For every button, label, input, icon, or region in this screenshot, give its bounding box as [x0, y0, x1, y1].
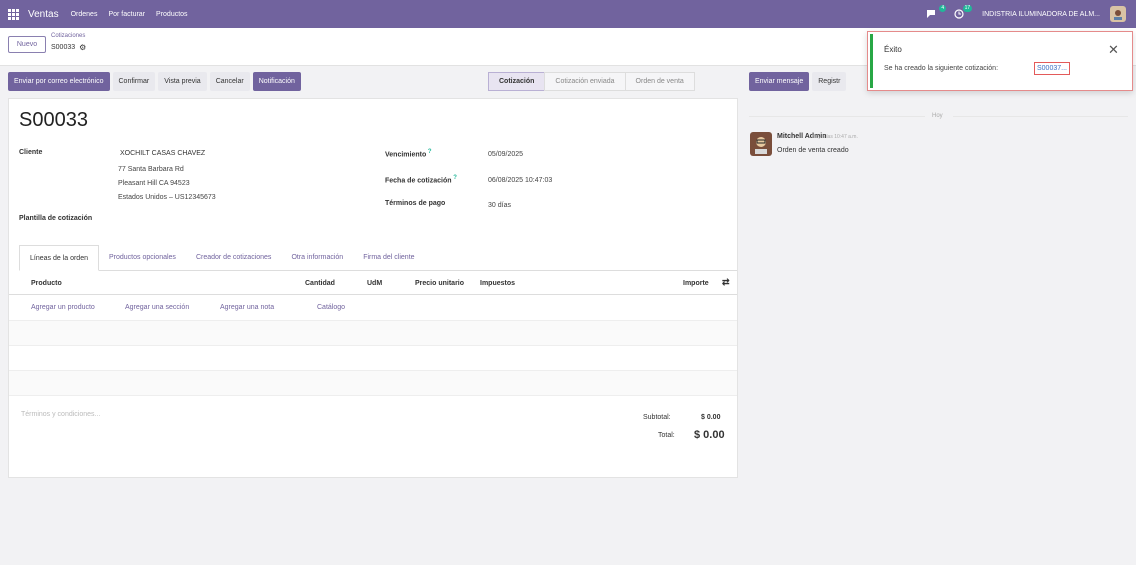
company-name[interactable]: INDISTRIA ILUMINADORA DE ALM...	[982, 11, 1100, 18]
send-email-button[interactable]: Enviar por correo electrónico	[8, 72, 110, 91]
top-menu: Ordenes Por facturar Productos	[71, 11, 188, 18]
toast-message: Se ha creado la siguiente cotización:	[884, 65, 999, 72]
col-quantity[interactable]: Cantidad	[305, 280, 335, 287]
gear-icon[interactable]: ⚙	[79, 43, 86, 52]
quote-date-label: Fecha de cotización ?	[385, 175, 457, 184]
stage-cotizacion-enviada[interactable]: Cotización enviada	[544, 72, 626, 91]
app-name[interactable]: Ventas	[28, 9, 59, 20]
subtotal-label: Subtotal:	[643, 414, 671, 421]
table-row	[9, 346, 737, 371]
order-lines-header: Producto Cantidad UdM Precio unitario Im…	[9, 273, 737, 295]
confirm-button[interactable]: Confirmar	[112, 72, 156, 91]
menu-por-facturar[interactable]: Por facturar	[108, 11, 145, 18]
date-separator: Hoy	[932, 113, 943, 119]
expiry-field[interactable]: 05/09/2025	[488, 151, 523, 158]
page-title: S00033	[19, 109, 88, 131]
message-body: Orden de venta creado	[777, 147, 849, 154]
customer-address-3: Estados Unidos – US12345673	[118, 194, 216, 201]
col-unit-price[interactable]: Precio unitario	[415, 280, 464, 287]
quote-date-label-text: Fecha de cotización	[385, 177, 452, 185]
tab-quote-builder[interactable]: Creador de cotizaciones	[186, 245, 282, 270]
column-toggle-icon[interactable]: ⇄	[722, 277, 730, 288]
table-row	[9, 371, 737, 396]
message-time: Hoy a las 10:47 a.m.	[812, 134, 858, 140]
stage-cotizacion[interactable]: Cotización	[488, 72, 546, 91]
record-breadcrumb: S00033 ⚙	[51, 43, 86, 52]
total-label: Total:	[658, 432, 675, 439]
customer-field[interactable]: XOCHILT CASAS CHAVEZ	[120, 150, 205, 157]
expiry-label: Vencimiento ?	[385, 149, 432, 158]
help-icon[interactable]: ?	[452, 175, 457, 181]
top-navbar: Ventas Ordenes Por facturar Productos 4 …	[0, 0, 1136, 28]
status-bar: Cotización Cotización enviada Orden de v…	[488, 72, 695, 91]
record-name: S00033	[51, 44, 76, 51]
activity-badge: 17	[962, 5, 973, 12]
stage-orden-de-venta[interactable]: Orden de venta	[624, 72, 695, 91]
success-toast: Éxito ✕ Se ha creado la siguiente cotiza…	[867, 31, 1133, 91]
action-bar: Enviar por correo electrónico Confirmar …	[8, 72, 301, 91]
toast-quotation-link[interactable]: S00037...	[1034, 62, 1070, 75]
close-icon[interactable]: ✕	[1108, 42, 1119, 58]
chat-icon[interactable]: 4	[926, 5, 947, 19]
add-section-link[interactable]: Agregar una sección	[125, 304, 189, 311]
col-uom[interactable]: UdM	[367, 280, 382, 287]
payment-terms-field[interactable]: 30 días	[488, 202, 511, 209]
add-line-row: Agregar un producto Agregar una sección …	[9, 295, 737, 321]
customer-label: Cliente	[19, 149, 43, 156]
activity-clock-icon[interactable]: 17	[954, 5, 973, 19]
apps-menu-icon[interactable]	[8, 9, 20, 20]
notebook-tabs: Líneas de la orden Productos opcionales …	[19, 245, 737, 271]
avatar[interactable]	[750, 132, 772, 156]
tab-optional-products[interactable]: Productos opcionales	[99, 245, 186, 270]
log-note-button[interactable]: Registr	[812, 72, 847, 91]
help-icon[interactable]: ?	[426, 149, 432, 155]
tab-order-lines[interactable]: Líneas de la orden	[19, 245, 99, 271]
template-label: Plantilla de cotización	[19, 215, 93, 222]
form-sheet: S00033 Cliente XOCHILT CASAS CHAVEZ 77 S…	[8, 98, 738, 478]
col-taxes[interactable]: Impuestos	[480, 280, 515, 287]
cancel-button[interactable]: Cancelar	[209, 72, 250, 91]
user-avatar[interactable]	[1110, 6, 1126, 22]
catalog-link[interactable]: Catálogo	[317, 304, 345, 311]
navbar-right: 4 17 INDISTRIA ILUMINADORA DE ALM...	[926, 0, 1126, 28]
total-value: $ 0.00	[694, 429, 725, 441]
new-button[interactable]: Nuevo	[8, 36, 46, 53]
toast-title: Éxito	[884, 45, 902, 54]
add-note-link[interactable]: Agregar una nota	[220, 304, 274, 311]
col-amount[interactable]: Importe	[683, 280, 709, 287]
customer-address-2: Pleasant Hill CA 94523	[118, 180, 190, 187]
chat-badge: 4	[939, 5, 947, 12]
toast-accent-bar	[870, 34, 873, 88]
customer-address-1: 77 Santa Barbara Rd	[118, 166, 184, 173]
chatter-buttons: Enviar mensaje Registr	[749, 72, 847, 91]
payment-terms-label: Términos de pago	[385, 200, 446, 207]
menu-ordenes[interactable]: Ordenes	[71, 11, 98, 18]
col-product[interactable]: Producto	[31, 280, 62, 287]
menu-productos[interactable]: Productos	[156, 11, 188, 18]
send-message-button[interactable]: Enviar mensaje	[749, 72, 810, 91]
terms-input[interactable]: Términos y condiciones...	[21, 411, 100, 418]
notification-button[interactable]: Notificación	[252, 72, 301, 91]
divider	[953, 116, 1128, 117]
quote-date-field[interactable]: 06/08/2025 10:47:03	[488, 177, 552, 184]
tab-other-info[interactable]: Otra información	[281, 245, 353, 270]
preview-button[interactable]: Vista previa	[158, 72, 207, 91]
add-product-link[interactable]: Agregar un producto	[31, 304, 95, 311]
expiry-label-text: Vencimiento	[385, 151, 427, 159]
breadcrumb[interactable]: Cotizaciones	[51, 33, 85, 39]
tab-customer-signature[interactable]: Firma del cliente	[353, 245, 424, 270]
subtotal-value: $ 0.00	[701, 414, 721, 421]
divider	[749, 116, 925, 117]
table-row	[9, 321, 737, 346]
